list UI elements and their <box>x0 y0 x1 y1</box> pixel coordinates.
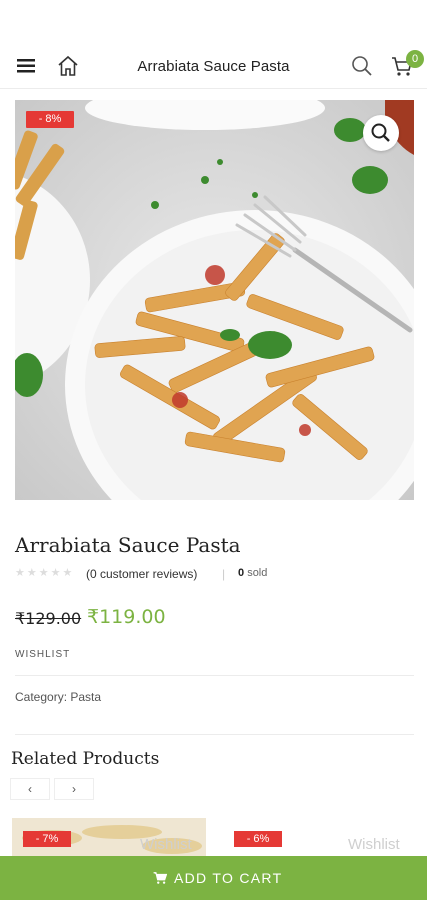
product-image[interactable] <box>15 100 414 500</box>
add-to-cart-label: ADD TO CART <box>174 870 283 886</box>
sold-number: 0 <box>238 567 245 579</box>
sale-price: ₹119.00 <box>87 606 166 628</box>
sold-count: 0 sold <box>238 567 267 579</box>
related-sale-badge: - 6% <box>234 831 282 847</box>
category-link[interactable]: Pasta <box>70 690 101 704</box>
cart-icon <box>153 871 168 888</box>
related-wishlist-button[interactable]: Wishlist <box>348 836 400 853</box>
add-to-cart-button[interactable]: ADD TO CART <box>0 856 427 900</box>
rating-stars: ★★★★★ <box>15 567 75 579</box>
product-title: Arrabiata Sauce Pasta <box>15 533 241 557</box>
related-wishlist-button[interactable]: Wishlist <box>140 836 192 853</box>
related-product-card[interactable]: - 7% Wishlist <box>12 818 206 858</box>
customer-reviews-link[interactable]: (0 customer reviews) <box>86 567 197 581</box>
divider <box>15 734 414 735</box>
category-label: Category: <box>15 690 68 704</box>
related-product-card[interactable]: - 6% Wishlist <box>222 818 418 858</box>
related-sale-badge: - 7% <box>23 831 71 847</box>
status-bar-area <box>0 0 427 44</box>
sale-badge: - 8% <box>26 111 74 128</box>
product-category: Category: Pasta <box>15 690 101 704</box>
zoom-icon[interactable] <box>363 115 399 151</box>
app-header: Arrabiata Sauce Pasta <box>0 44 427 89</box>
divider: | <box>222 567 226 581</box>
cart-count-badge: 0 <box>406 50 424 68</box>
related-products-heading: Related Products <box>11 749 160 769</box>
wishlist-button[interactable]: WISHLIST <box>15 649 70 660</box>
search-icon[interactable] <box>350 54 374 78</box>
related-next-button[interactable]: › <box>54 778 94 800</box>
divider <box>15 675 414 676</box>
related-prev-button[interactable]: ‹ <box>10 778 50 800</box>
old-price: ₹129.00 <box>15 609 82 628</box>
sold-label: sold <box>247 567 268 579</box>
